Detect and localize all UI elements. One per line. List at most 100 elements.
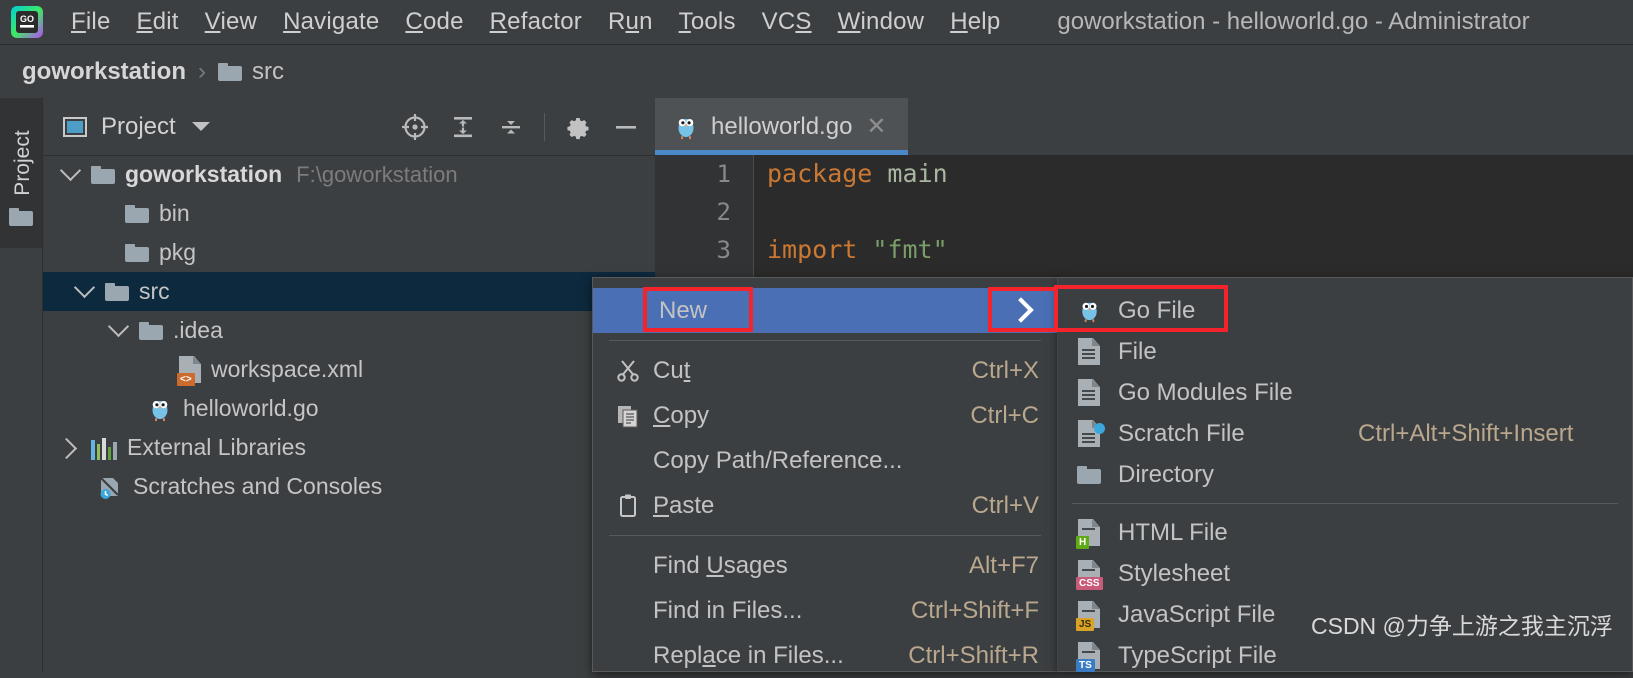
tree-label: goworkstation [125,161,283,187]
menu-bar: GO File Edit View Navigate Code Refactor… [0,0,1633,45]
tree-row-idea[interactable]: .idea [43,311,655,350]
submenu-item-go-modules-file[interactable]: Go Modules File [1058,372,1632,413]
submenu-label: File [1118,337,1157,365]
window-title: goworkstation - helloworld.go - Administ… [1057,8,1530,35]
context-menu-label: Find Usages [653,551,788,579]
folder-icon [1074,465,1104,484]
breadcrumb: goworkstation › src [0,45,1633,99]
code-token-string: "fmt" [872,235,948,264]
chevron-right-icon [1008,296,1034,323]
minimize-icon[interactable] [605,107,647,147]
tree-row-goworkstation[interactable]: goworkstation F:\goworkstation [43,155,655,194]
submenu-arrow-cell[interactable] [988,287,1058,332]
context-menu-item-copy[interactable]: Copy Ctrl+C [593,393,1057,438]
tree-label: workspace.xml [211,356,364,382]
tree-row-scratches-and-consoles[interactable]: Scratches and Consoles [43,467,655,506]
breadcrumb-root[interactable]: goworkstation [22,58,186,86]
menu-window[interactable]: Window [825,8,938,36]
folder-icon [139,321,163,340]
menu-edit[interactable]: Edit [124,8,192,36]
submenu-label: TypeScript File [1118,641,1277,669]
menu-separator [1072,503,1618,504]
tree-row-src[interactable]: src [43,272,655,311]
context-menu-item-copy-path-reference[interactable]: Copy Path/Reference... [593,438,1057,483]
html-file-icon: H [1074,519,1104,549]
submenu-item-scratch-file[interactable]: Scratch File Ctrl+Alt+Shift+Insert [1058,413,1632,454]
submenu-label: Go File [1118,296,1196,324]
locate-icon[interactable] [394,107,436,147]
tree-label: Scratches and Consoles [133,473,383,499]
folder-icon [218,62,243,81]
expand-all-icon[interactable] [442,107,484,147]
submenu-item-stylesheet[interactable]: CSS Stylesheet [1058,553,1632,594]
menu-navigate[interactable]: Navigate [270,8,392,36]
tree-row-external-libraries[interactable]: External Libraries [43,428,655,467]
context-menu-item-replace-in-files[interactable]: Replace in Files... Ctrl+Shift+R [593,633,1057,678]
submenu-shortcut: Ctrl+Alt+Shift+Insert [1358,419,1574,447]
submenu-label: Directory [1118,460,1215,488]
chevron-down-icon[interactable] [59,159,82,182]
tree-row-pkg[interactable]: pkg [43,233,655,272]
context-menu-shortcut: Ctrl+C [970,401,1039,429]
context-menu-label: New [659,296,708,324]
tree-label: bin [159,200,190,226]
folder-icon [125,204,149,223]
menu-vcs[interactable]: VCS [749,8,825,36]
scissors-icon [611,358,645,384]
context-menu-item-find-usages[interactable]: Find Usages Alt+F7 [593,543,1057,588]
goland-ide-window: GO File Edit View Navigate Code Refactor… [0,0,1633,672]
gear-icon[interactable] [557,107,599,147]
chevron-down-icon[interactable] [107,315,130,338]
file-icon [1074,338,1104,365]
collapse-all-icon[interactable] [490,107,532,147]
submenu-label: Stylesheet [1118,559,1231,587]
submenu-item-file[interactable]: File [1058,331,1632,372]
ts-file-icon: TS [1074,642,1104,672]
chevron-down-icon[interactable] [191,122,210,131]
project-view-icon [63,116,87,137]
code-token-keyword: import [767,235,858,264]
folder-icon [125,243,149,262]
submenu-item-html-file[interactable]: H HTML File [1058,512,1632,553]
context-menu-label: Copy Path/Reference... [653,446,903,474]
menu-separator [609,535,1041,536]
watermark: CSDN @力争上游之我主沉浮 [1311,613,1613,639]
chevron-right-icon[interactable] [55,437,78,459]
go-file-icon [1074,298,1104,323]
submenu-item-go-file[interactable]: Go File [1058,290,1632,331]
context-menu-item-cut[interactable]: Cut Ctrl+X [593,348,1057,393]
go-file-icon [678,118,694,139]
submenu-label: Go Modules File [1118,378,1293,406]
context-menu-item-find-in-files[interactable]: Find in Files... Ctrl+Shift+F [593,588,1057,633]
tool-window-button-project[interactable]: Project [0,98,42,248]
submenu-item-typescript-file[interactable]: TS TypeScript File [1058,635,1632,676]
tree-label: .idea [173,317,223,343]
code-line-1: package main [767,155,1633,193]
menu-file[interactable]: File [58,8,124,36]
submenu-item-directory[interactable]: Directory [1058,454,1632,495]
chevron-down-icon[interactable] [73,276,96,299]
editor-tab-helloworld-go[interactable]: helloworld.go ✕ [655,98,908,155]
tree-row-bin[interactable]: bin [43,194,655,233]
css-file-icon: CSS [1074,560,1104,590]
breadcrumb-leaf[interactable]: src [252,58,284,86]
menu-code[interactable]: Code [392,8,476,36]
menu-refactor[interactable]: Refactor [477,8,595,36]
code-line-3: import "fmt" [767,231,1633,269]
tree-row-workspace-xml[interactable]: <> workspace.xml [43,350,655,389]
context-menu-item-paste[interactable]: Paste Ctrl+V [593,483,1057,528]
tree-row-helloworld-go[interactable]: helloworld.go [43,389,655,428]
go-file-icon [152,400,168,421]
menu-separator [609,340,1041,341]
menu-view[interactable]: View [192,8,270,36]
menu-run[interactable]: Run [595,8,666,36]
submenu-label: Scratch File [1118,419,1245,447]
menu-tools[interactable]: Tools [666,8,749,36]
close-icon[interactable]: ✕ [866,114,886,139]
twisty-placeholder [97,207,111,221]
file-icon [1074,379,1104,406]
js-file-icon: JS [1074,601,1104,631]
context-menu-shortcut: Ctrl+Shift+R [908,641,1039,669]
menu-help[interactable]: Help [937,8,1013,36]
